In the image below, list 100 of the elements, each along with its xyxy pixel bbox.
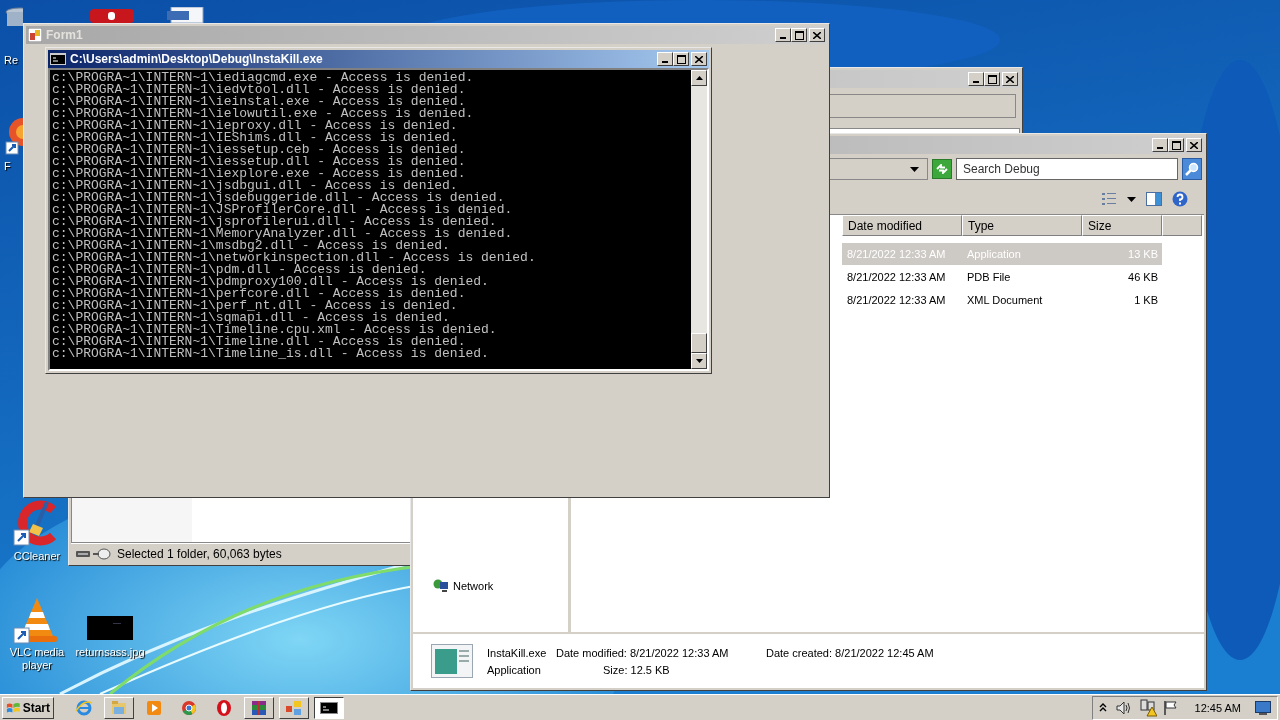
console-line: c:\PROGRA~1\INTERN~1\jsdbgui.dll - Access is denied.: [52, 180, 458, 192]
refresh-button[interactable]: [932, 159, 952, 179]
maximize-icon: [794, 30, 804, 40]
scrollbar[interactable]: [691, 70, 707, 369]
window-title: Form1: [46, 28, 83, 42]
type-cell-text: XML Document: [966, 294, 1044, 306]
console-line: c:\PROGRA~1\INTERN~1\msdbg2.dll - Access is denied.: [52, 240, 451, 252]
maximize-button[interactable]: [673, 52, 689, 66]
console-line: c:\PROGRA~1\INTERN~1\pdmproxy100.dll - Access is denied.: [52, 276, 490, 288]
nav-item[interactable]: Network: [433, 579, 494, 593]
show-desktop-button[interactable]: [1253, 700, 1273, 715]
console-line: c:\PROGRA~1\INTERN~1\iedvtool.dll - Access is denied.: [52, 84, 467, 96]
window-title: C:\Users\admin\Desktop\Debug\InstaKill.exe: [70, 52, 323, 66]
console-line: c:\PROGRA~1\INTERN~1\IEShims.dll - Access is denied.: [52, 132, 458, 144]
console-icon: [50, 53, 66, 65]
monitor-icon: [1255, 700, 1271, 715]
scroll-up-button[interactable]: [691, 70, 707, 86]
opera-icon: [215, 698, 233, 717]
archive-icon: [250, 698, 268, 717]
date-modified-text: Date modified: 8/21/2022 12:33 AM: [556, 646, 730, 659]
close-icon: [1190, 141, 1198, 149]
console-line: c:\PROGRA~1\INTERN~1\ieproxy.dll - Access is denied.: [52, 120, 459, 132]
close-icon: [1006, 75, 1014, 83]
icon-label: Re: [4, 54, 19, 67]
network-icon: [433, 579, 449, 593]
console-line: c:\PROGRA~1\INTERN~1\Timeline.dll - Access is denied.: [52, 336, 466, 348]
console-line: c:\PROGRA~1\INTERN~1\pdm.dll - Access is denied.: [52, 264, 428, 276]
network-warning-icon[interactable]: [1138, 698, 1157, 717]
column-header[interactable]: Size: [1082, 215, 1162, 236]
icon-label: VLC media player: [8, 646, 66, 672]
console-line: c:\PROGRA~1\INTERN~1\iediagcmd.exe - Access is denied.: [52, 72, 475, 84]
dropdown-icon: [1127, 196, 1136, 202]
date-created-text: Date created: 8/21/2022 12:45 AM: [766, 646, 934, 659]
maximize-icon: [987, 74, 997, 84]
type-cell-text: Application: [966, 248, 1022, 260]
icon-label: CCleaner: [13, 550, 61, 563]
console-line: c:\PROGRA~1\INTERN~1\jsdebuggeride.dll - Access is denied.: [52, 192, 505, 204]
column-header[interactable]: Type: [962, 215, 1082, 236]
search-field[interactable]: Search Debug: [956, 158, 1178, 180]
icon-label: F: [4, 160, 11, 173]
date-cell-text: 8/21/2022 12:33 AM: [846, 294, 947, 306]
views-button[interactable]: [1099, 190, 1119, 208]
chevron-up-icon: [1098, 703, 1107, 712]
views-dropdown[interactable]: [1125, 194, 1138, 204]
console-line: c:\PROGRA~1\INTERN~1\networkinspection.dll - Access is denied.: [52, 252, 537, 264]
console-line: c:\PROGRA~1\INTERN~1\Timeline_is.dll - Access is denied.: [52, 348, 490, 360]
start-button[interactable]: Start: [2, 696, 54, 719]
preview-pane-icon: [1146, 192, 1162, 206]
taskbar-button[interactable]: [314, 696, 344, 719]
icon-label: returnsass.jpg: [75, 646, 145, 659]
console-line: c:\PROGRA~1\INTERN~1\sqmapi.dll - Access is denied.: [52, 312, 450, 324]
dropdown-icon: [910, 166, 919, 172]
console-line: c:\PROGRA~1\INTERN~1\jsprofilerui.dll - Access is denied.: [52, 216, 497, 228]
preview-pane-button[interactable]: [1144, 190, 1164, 208]
console-line: c:\PROGRA~1\INTERN~1\ieinstal.exe - Access is denied.: [52, 96, 466, 108]
chrome-icon: [180, 698, 198, 717]
console-line: c:\PROGRA~1\INTERN~1\perfcore.dll - Access is denied.: [52, 288, 467, 300]
search-icon: [1185, 162, 1199, 176]
image-thumbnail: [87, 616, 133, 640]
size-cell-text: 1 KB: [1133, 294, 1159, 306]
console-line: c:\PROGRA~1\INTERN~1\iessetup.ceb - Access is denied.: [52, 144, 467, 156]
speaker-icon[interactable]: [1114, 699, 1133, 716]
network-icon: [285, 698, 303, 717]
file-row[interactable]: 8/21/2022 12:33 AM PDB File 46 KB: [842, 266, 1162, 288]
close-icon: [695, 55, 703, 63]
type-cell-text: PDB File: [966, 271, 1012, 283]
console-line: c:\PROGRA~1\INTERN~1\MemoryAnalyzer.dll - Access is denied.: [52, 228, 514, 240]
console-line: c:\PROGRA~1\INTERN~1\perf_nt.dll - Access is denied.: [52, 300, 459, 312]
scroll-down-button[interactable]: [691, 353, 707, 369]
app-icon: [90, 7, 134, 23]
help-button[interactable]: [1170, 189, 1190, 209]
column-header[interactable]: Date modified: [842, 215, 962, 236]
folder-icon: [110, 698, 128, 717]
date-cell-text: 8/21/2022 12:33 AM: [846, 271, 947, 283]
search-button[interactable]: [1182, 158, 1202, 180]
windows-logo-icon: [6, 700, 21, 715]
flag-icon[interactable]: [1162, 699, 1179, 716]
down-arrow-icon: [695, 359, 703, 363]
file-row[interactable]: 8/21/2022 12:33 AM XML Document 1 KB: [842, 289, 1162, 311]
file-size: Size: 12.5 KB: [602, 663, 671, 676]
console-line: c:\PROGRA~1\INTERN~1\Timeline.cpu.xml - Access is denied.: [52, 324, 498, 336]
console-line: c:\PROGRA~1\INTERN~1\JSProfilerCore.dll - Access is denied.: [52, 204, 514, 216]
maximize-icon: [1171, 140, 1181, 150]
play-icon: [145, 698, 163, 717]
file-type: Application: [487, 663, 542, 676]
console-line: c:\PROGRA~1\INTERN~1\iessetup.dll - Access is denied.: [52, 156, 467, 168]
list-view-icon: [1101, 192, 1117, 206]
console-line: c:\PROGRA~1\INTERN~1\ielowutil.exe - Access is denied.: [52, 108, 475, 120]
file-name: InstaKill.exe: [487, 646, 548, 659]
close-button[interactable]: [691, 52, 707, 66]
app-icon: [28, 28, 42, 42]
clock[interactable]: 12:45 AM: [1184, 701, 1247, 714]
application-icon: [431, 644, 473, 678]
size-cell-text: 13 KB: [1127, 248, 1159, 260]
minimize-button[interactable]: [657, 52, 673, 66]
help-icon: [1172, 191, 1188, 207]
refresh-icon: [935, 164, 949, 174]
scroll-thumb[interactable]: [691, 333, 707, 353]
drive-icon: [75, 547, 111, 560]
console-line: c:\PROGRA~1\INTERN~1\iexplore.exe - Access is denied.: [52, 168, 467, 180]
